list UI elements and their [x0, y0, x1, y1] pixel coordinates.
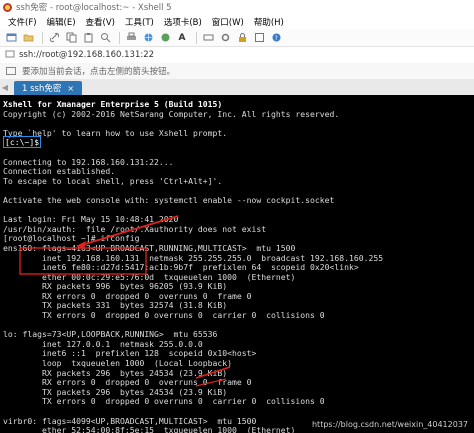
close-icon[interactable]: ×	[67, 84, 74, 93]
tab-label: 1 ssh免密	[22, 84, 62, 94]
tab-scroll-left-icon[interactable]: ◀	[0, 83, 10, 92]
menu-edit[interactable]: 编辑(E)	[42, 16, 81, 28]
copy-icon[interactable]	[64, 31, 78, 45]
help-icon[interactable]: ?	[269, 31, 283, 45]
add-session-icon[interactable]	[6, 67, 16, 75]
keyboard-icon[interactable]	[201, 31, 215, 45]
hint-text: 要添加当前会话，点击左侧的箭头按钮。	[22, 67, 176, 77]
terminal-lines: Xshell for Xmanager Enterprise 5 (Build …	[3, 99, 383, 433]
address-bar: ssh://root@192.168.160.131:22	[0, 47, 474, 64]
menu-tabs[interactable]: 选项卡(B)	[159, 16, 207, 28]
menu-bar: 文件(F) 编辑(E) 查看(V) 工具(T) 选项卡(B) 窗口(W) 帮助(…	[0, 14, 474, 29]
menu-help[interactable]: 帮助(H)	[249, 16, 289, 28]
tab-bar: ◀ 1 ssh免密 ×	[0, 79, 474, 96]
fullscreen-icon[interactable]	[252, 31, 266, 45]
terminal-line: Type `help' to learn how to use Xshell p…	[3, 127, 228, 138]
link-icon[interactable]	[47, 31, 61, 45]
paste-icon[interactable]	[81, 31, 95, 45]
toolbar-separator	[119, 31, 120, 44]
toolbar-separator	[42, 31, 43, 44]
globe-icon[interactable]	[141, 31, 155, 45]
address-input[interactable]: ssh://root@192.168.160.131:22	[19, 50, 154, 60]
search-icon[interactable]	[98, 31, 112, 45]
title-bar: ssh免密 - root@localhost:~ - Xshell 5	[0, 0, 474, 14]
new-session-icon[interactable]	[4, 31, 18, 45]
font-icon[interactable]: A	[175, 31, 189, 45]
open-folder-icon[interactable]	[21, 31, 35, 45]
menu-file[interactable]: 文件(F)	[0, 16, 42, 28]
menu-view[interactable]: 查看(V)	[81, 16, 120, 28]
local-prompt: [c:\~]$	[3, 136, 42, 149]
terminal-line: Activate the web console with: systemctl…	[3, 194, 335, 205]
watermark: https://blog.csdn.net/weixin_40412037	[311, 420, 468, 429]
print-icon[interactable]	[124, 31, 138, 45]
toolbar: A ?	[0, 29, 474, 47]
lock-icon[interactable]	[235, 31, 249, 45]
window-title: ssh免密 - root@localhost:~ - Xshell 5	[16, 3, 172, 13]
terminal-line: Copyright (c) 2002-2016 NetSarang Comput…	[3, 108, 340, 119]
svg-text:?: ?	[274, 35, 277, 42]
terminal-line: To escape to local shell, press 'Ctrl+Al…	[3, 175, 223, 186]
terminal-line: TX errors 0 dropped 0 overruns 0 carrier…	[3, 396, 325, 407]
color-icon[interactable]	[158, 31, 172, 45]
terminal-line: TX errors 0 dropped 0 overruns 0 carrier…	[3, 310, 325, 321]
tab-ssh[interactable]: 1 ssh免密 ×	[14, 81, 83, 95]
menu-tools[interactable]: 工具(T)	[120, 16, 159, 28]
terminal-output[interactable]: Xshell for Xmanager Enterprise 5 (Build …	[0, 95, 474, 433]
hint-bar: 要添加当前会话，点击左侧的箭头按钮。	[0, 63, 474, 80]
address-bar-icon	[5, 49, 19, 62]
toolbar-separator	[196, 31, 197, 44]
settings-icon[interactable]	[218, 31, 232, 45]
terminal-line: [c:\~]$	[3, 136, 383, 149]
xshell-app-icon	[3, 2, 12, 12]
menu-window[interactable]: 窗口(W)	[207, 16, 249, 28]
